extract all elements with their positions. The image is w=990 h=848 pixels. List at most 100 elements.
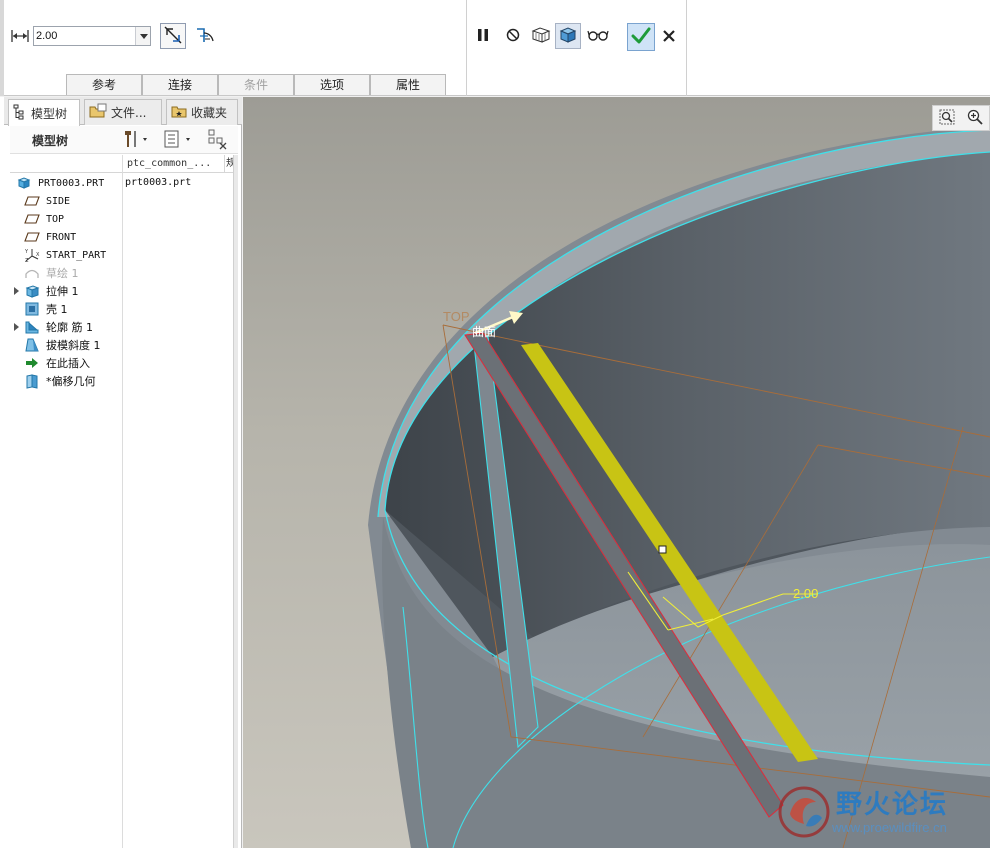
view-toolbar — [932, 105, 990, 131]
model-viewport[interactable] — [243, 97, 990, 848]
tree-item-label: PRT0003.PRT — [38, 177, 105, 189]
model-tree-icon — [13, 104, 27, 123]
svg-text:X: X — [36, 252, 40, 258]
tree-column-headers: ptc_common_... 规 — [10, 155, 238, 173]
thickness-dropdown-button[interactable] — [135, 27, 150, 45]
glasses-button[interactable] — [585, 23, 611, 49]
datum-label-top: TOP — [443, 309, 470, 324]
navigator-tabs: 模型树 文件... 收藏夹 — [4, 97, 242, 126]
tree-item-start-part[interactable]: Y X Z START_PART — [24, 246, 136, 264]
tree-item-label: TOP — [46, 213, 65, 225]
tree-item-label: FRONT — [46, 231, 77, 243]
dashboard-separator — [686, 0, 687, 96]
part-icon — [16, 175, 32, 191]
tree-cell-ptc-common: prt0003.prt — [125, 177, 192, 188]
verify-preview-button[interactable] — [555, 23, 581, 49]
pause-icon — [475, 27, 491, 46]
watermark-url: www.proewildfire.cn — [832, 820, 947, 835]
surface-label: 曲面 — [472, 325, 497, 339]
tab-favorites-label: 收藏夹 — [191, 106, 228, 120]
expand-arrow-icon[interactable] — [10, 322, 22, 332]
zoom-in-icon — [966, 109, 984, 129]
tree-filter-button[interactable] — [206, 128, 230, 153]
thickness-input[interactable] — [34, 27, 135, 45]
insert-here-arrow-icon — [24, 355, 40, 371]
model-tree-header: 模型树 — [10, 126, 238, 154]
tree-item-profile-rib[interactable]: 轮廓 筋 1 — [10, 318, 122, 336]
tree-item-label: 轮廓 筋 1 — [46, 321, 93, 334]
tree-item-prt0003[interactable]: PRT0003.PRT — [10, 174, 122, 192]
tab-properties[interactable]: 属性 — [370, 74, 446, 95]
settings-tool-button[interactable] — [122, 128, 150, 153]
expand-arrow-icon[interactable] — [10, 286, 22, 296]
tree-item-top[interactable]: TOP — [24, 210, 136, 228]
tree-item-draft[interactable]: 拔模斜度 1 — [24, 336, 136, 354]
tree-item-label: SIDE — [46, 195, 71, 207]
ok-button[interactable] — [627, 23, 655, 51]
pause-button[interactable] — [470, 23, 496, 49]
navigator-scrollbar[interactable] — [233, 155, 238, 848]
tab-file-browser[interactable]: 文件... — [84, 99, 162, 125]
close-icon — [662, 29, 676, 46]
tree-item-label: 草绘 1 — [46, 267, 79, 280]
extrude-icon — [24, 283, 40, 299]
tree-item-front[interactable]: FRONT — [24, 228, 136, 246]
datum-plane-icon — [24, 211, 40, 227]
zoom-fit-icon — [938, 109, 956, 129]
tree-column-name[interactable] — [10, 155, 122, 173]
rib-placement-icon — [194, 24, 216, 49]
tree-item-label: 拔模斜度 1 — [46, 339, 101, 352]
check-icon — [630, 26, 652, 49]
datum-plane-icon — [24, 229, 40, 245]
tree-item-side[interactable]: SIDE — [24, 192, 136, 210]
tab-favorites[interactable]: 收藏夹 — [166, 99, 238, 125]
cancel-button[interactable] — [656, 24, 682, 50]
tab-options[interactable]: 选项 — [294, 74, 370, 95]
thickness-dimension-icon — [10, 28, 30, 44]
rib-placement-button[interactable] — [192, 23, 218, 49]
dashboard-edge — [0, 0, 4, 96]
tab-connection[interactable]: 连接 — [142, 74, 218, 95]
flip-direction-icon — [162, 24, 184, 49]
glasses-icon — [587, 27, 609, 46]
tab-conditions: 条件 — [218, 74, 294, 95]
watermark-title: 野火论坛 — [836, 790, 949, 820]
list-options-icon — [162, 130, 194, 153]
verify-preview-icon — [558, 25, 578, 48]
zoom-fit-button[interactable] — [938, 108, 956, 129]
preview-mesh-icon — [530, 25, 552, 48]
tab-file-browser-label: 文件... — [111, 106, 147, 120]
svg-text:Z: Z — [25, 258, 29, 263]
thickness-combo-box[interactable] — [33, 26, 151, 46]
tree-item-label: 在此插入 — [46, 357, 90, 370]
tab-references[interactable]: 参考 — [66, 74, 142, 95]
flip-direction-button[interactable] — [160, 23, 186, 49]
preview-mesh-button[interactable] — [528, 23, 554, 49]
tree-item-extrude[interactable]: 拉伸 1 — [10, 282, 122, 300]
profile-rib-icon — [24, 319, 40, 335]
tree-column-ptc-common[interactable]: ptc_common_... — [122, 155, 224, 173]
no-preview-button[interactable] — [500, 23, 526, 49]
tree-item-insert-here[interactable]: 在此插入 — [24, 354, 136, 372]
tab-model-tree-label: 模型树 — [31, 106, 68, 121]
tab-model-tree[interactable]: 模型树 — [8, 99, 80, 126]
folder-browser-icon — [89, 103, 107, 122]
tree-item-offset-geometry[interactable]: *偏移几何 — [24, 372, 136, 390]
tree-filter-icon — [206, 129, 230, 153]
tree-item-sketch[interactable]: 草绘 1 — [24, 264, 136, 282]
shell-icon — [24, 301, 40, 317]
tree-item-label: 壳 1 — [46, 303, 68, 316]
tree-item-shell[interactable]: 壳 1 — [24, 300, 136, 318]
forum-watermark: 野火论坛 www.proewildfire.cn — [776, 780, 986, 844]
show-options-button[interactable] — [162, 128, 194, 153]
rib-dashboard: 参考 连接 条件 选项 属性 — [0, 0, 990, 96]
navigator-panel: 模型树 文件... 收藏夹 模型树 ptc_common_... 规 PRT00… — [0, 97, 242, 848]
graphics-window[interactable]: TOP 曲面 2.00 野火论坛 www.proewildfire.cn — [243, 97, 990, 848]
dashboard-separator — [466, 0, 467, 96]
zoom-in-button[interactable] — [966, 108, 984, 129]
offset-geometry-icon — [24, 373, 40, 389]
watermark-logo-icon — [778, 786, 830, 838]
svg-text:Y: Y — [24, 249, 29, 255]
favorites-icon — [171, 103, 187, 122]
thickness-dimension-label[interactable]: 2.00 — [793, 586, 818, 601]
